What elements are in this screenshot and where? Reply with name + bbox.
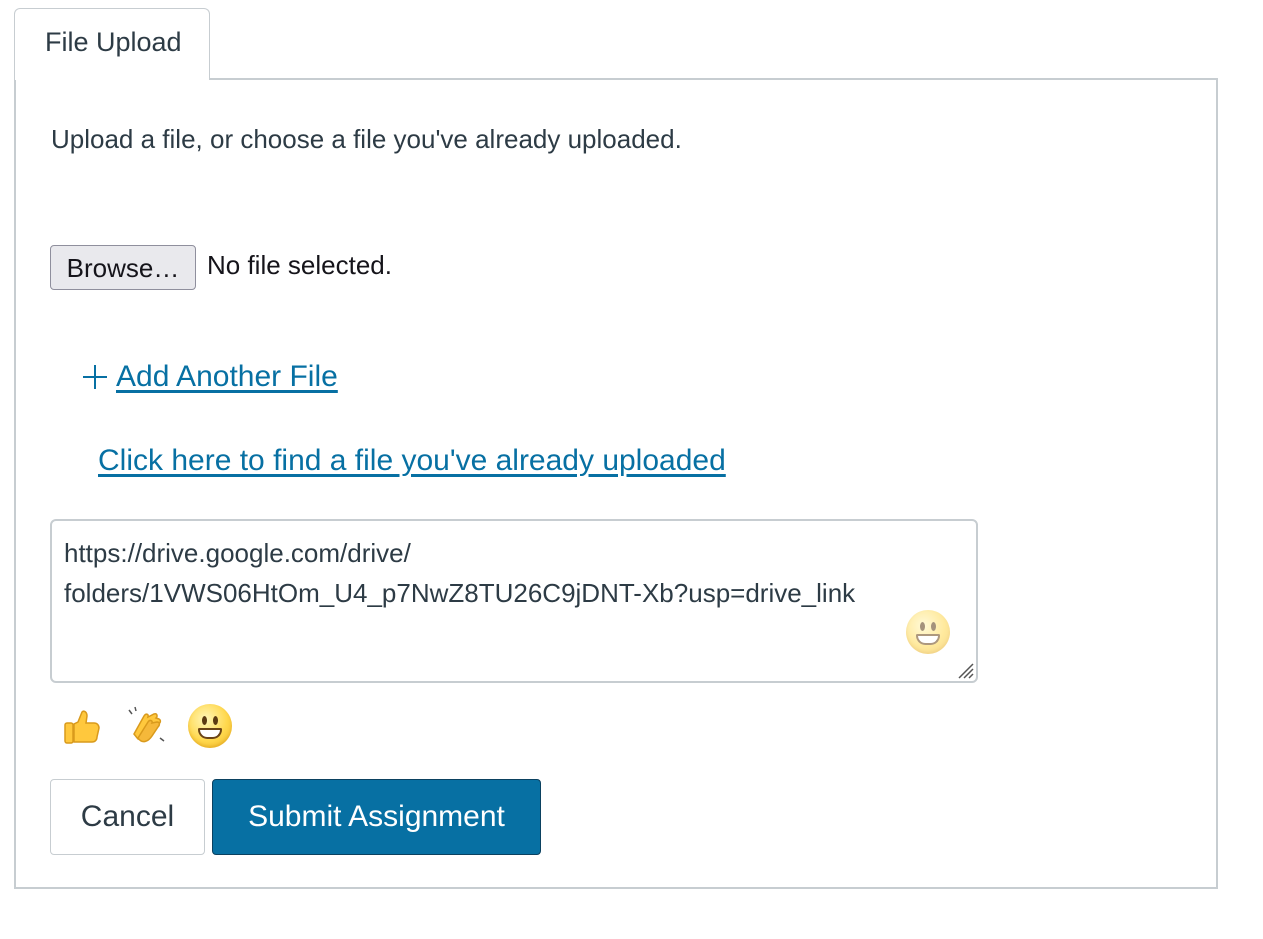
emoji-reaction-bar: [58, 704, 258, 750]
find-uploaded-file-link[interactable]: Click here to find a file you've already…: [98, 444, 726, 478]
add-another-file-label: Add Another File: [116, 360, 338, 393]
comment-text: https://drive.google.com/drive/ folders/…: [64, 538, 856, 608]
resize-handle-icon[interactable]: [956, 661, 974, 679]
file-upload-panel: [14, 78, 1218, 889]
tab-file-upload[interactable]: File Upload: [14, 8, 210, 80]
upload-instructions: Upload a file, or choose a file you've a…: [51, 124, 682, 154]
comment-textarea[interactable]: https://drive.google.com/drive/ folders/…: [50, 519, 978, 683]
grinning-face-icon[interactable]: [188, 704, 232, 748]
add-another-file-link[interactable]: Add Another File: [80, 360, 338, 394]
cancel-button[interactable]: Cancel: [50, 779, 205, 855]
no-file-selected-text: No file selected.: [207, 250, 392, 280]
emoji-picker-icon[interactable]: [906, 610, 950, 654]
browse-button[interactable]: Browse…: [50, 245, 196, 290]
thumbs-up-icon[interactable]: [60, 704, 104, 748]
clapping-hands-icon[interactable]: [124, 704, 168, 748]
submit-assignment-button[interactable]: Submit Assignment: [212, 779, 541, 855]
plus-icon: [80, 362, 110, 392]
tab-file-upload-label: File Upload: [45, 27, 182, 57]
